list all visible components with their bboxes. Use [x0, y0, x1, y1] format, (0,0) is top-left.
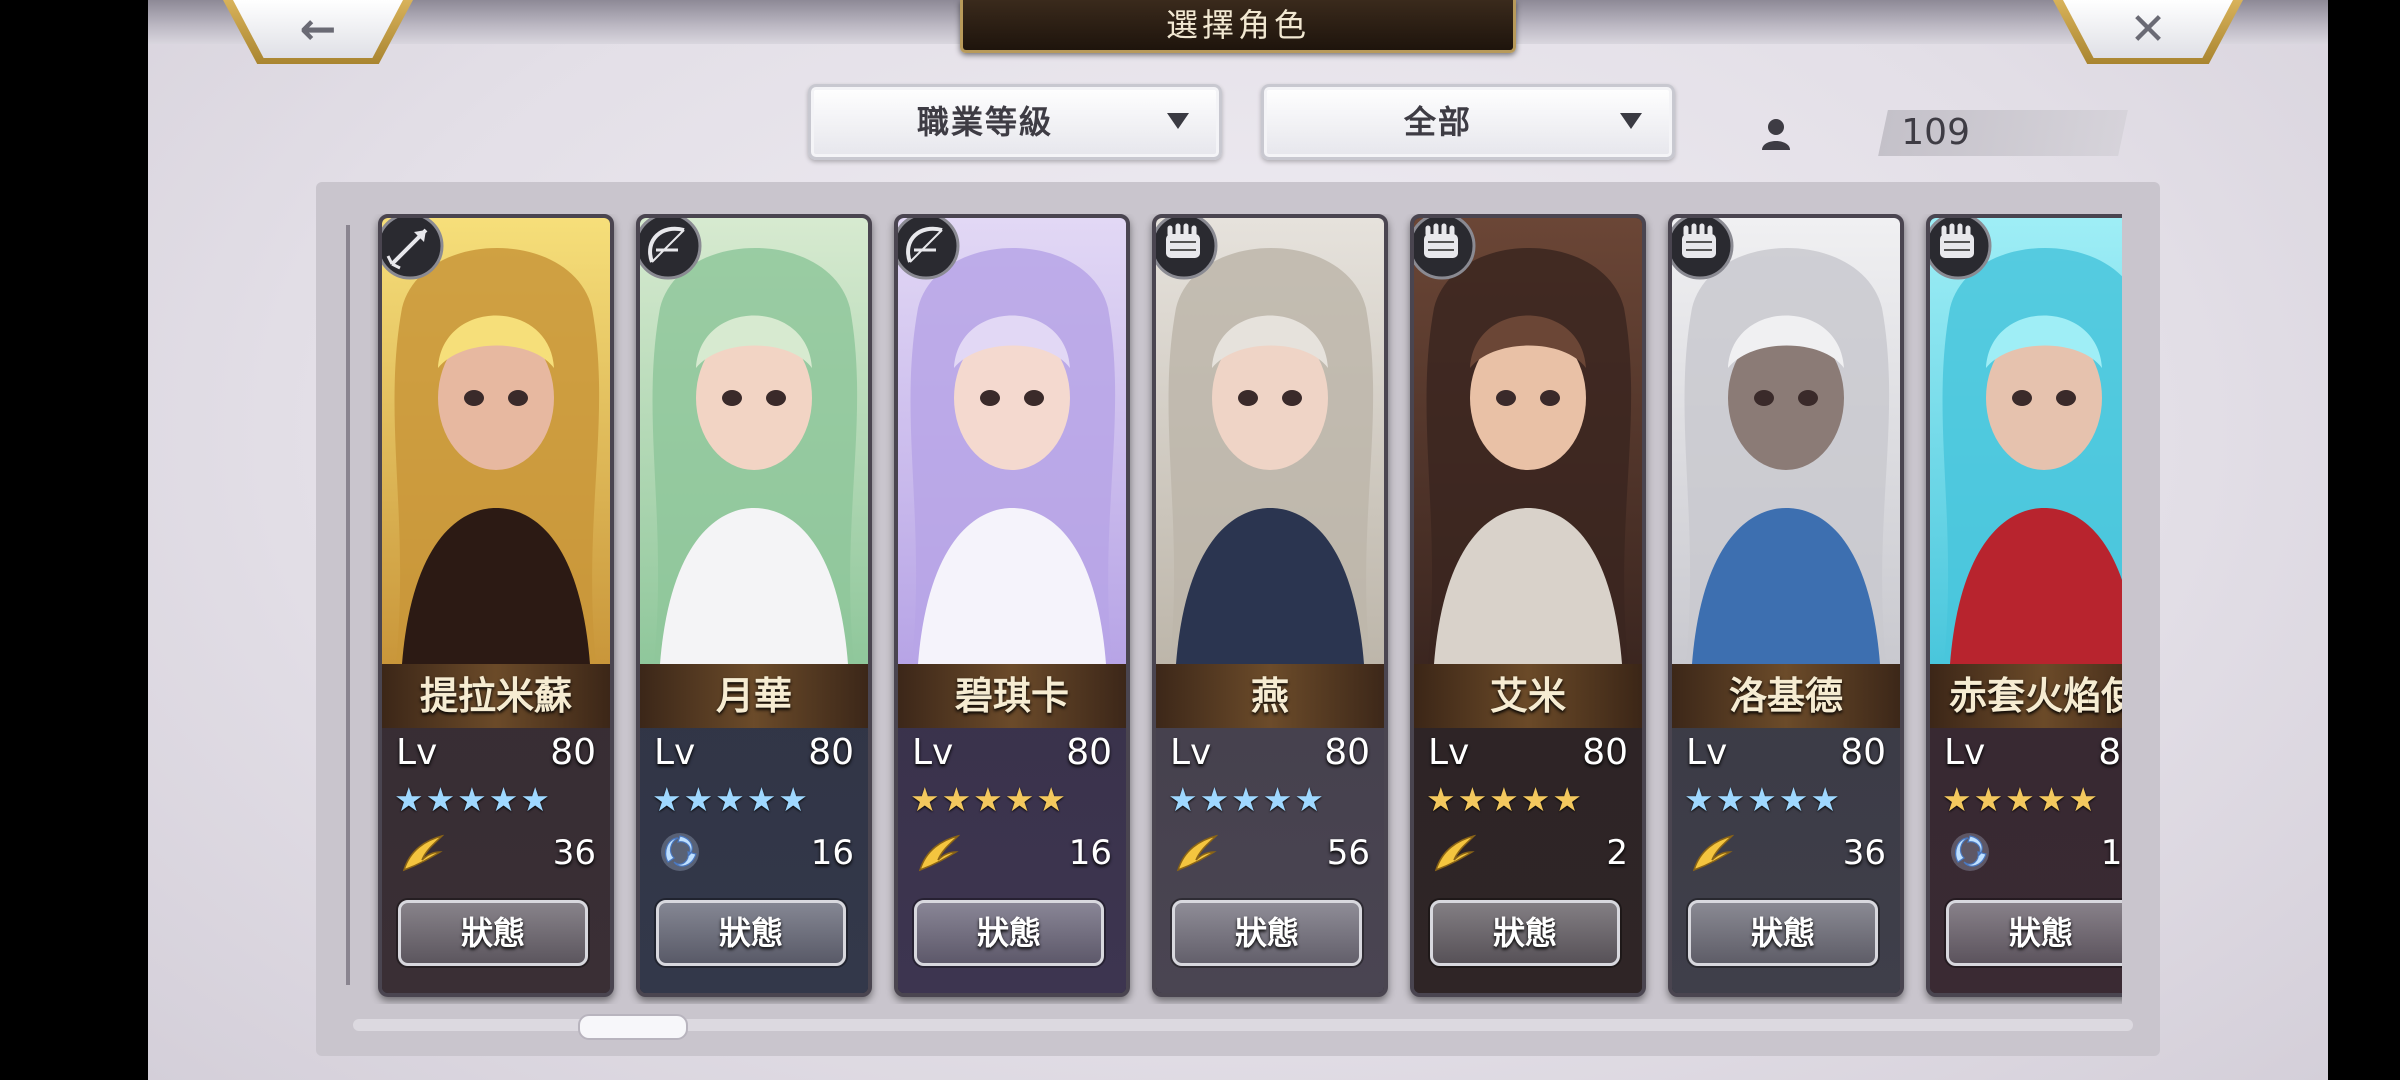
element-value: 36: [1842, 833, 1886, 873]
rarity-stars: ★★★★★: [1168, 780, 1326, 819]
level-value: 80: [1840, 732, 1886, 773]
character-card[interactable]: 燕 Lv 80 ★★★★★ 56 狀態: [1152, 214, 1388, 997]
wind-wing-icon: [400, 830, 445, 874]
water-swirl-icon: [658, 830, 702, 874]
rarity-stars: ★★★★★: [1426, 780, 1584, 819]
element-value: 16: [810, 833, 854, 873]
arrow-weapon-icon: [382, 218, 446, 282]
level-value: 80: [2098, 732, 2122, 773]
status-button[interactable]: 狀態: [1946, 900, 2122, 966]
close-button[interactable]: ✕: [2053, 0, 2243, 64]
element-value: 36: [552, 833, 596, 873]
character-name: 碧琪卡: [954, 674, 1069, 718]
element-value: 56: [1326, 833, 1370, 873]
category-dropdown[interactable]: 全部: [1261, 84, 1675, 160]
wind-wing-icon: [1690, 830, 1735, 874]
level-value: 80: [1582, 732, 1628, 773]
character-portrait: [1930, 218, 2122, 664]
status-button-label: 狀態: [718, 914, 783, 952]
level-value: 80: [808, 732, 854, 773]
fist-weapon-icon: [1672, 218, 1736, 282]
character-card[interactable]: 洛基德 Lv 80 ★★★★★ 36 狀態: [1668, 214, 1904, 997]
page-title: 選擇角色: [1165, 6, 1310, 44]
level-value: 80: [1324, 732, 1370, 773]
level-label: Lv: [912, 732, 954, 773]
status-button-label: 狀態: [1492, 914, 1557, 952]
element-value: 16: [1068, 833, 1112, 873]
water-swirl-icon: [1948, 830, 1992, 874]
level-label: Lv: [654, 732, 696, 773]
element-value: 2: [1606, 833, 1628, 873]
character-portrait: [1156, 218, 1384, 664]
wind-wing-icon: [1432, 830, 1477, 874]
scrollbar-thumb[interactable]: [578, 1014, 688, 1040]
fist-weapon-icon: [1156, 218, 1220, 282]
chevron-down-icon: [1620, 113, 1642, 129]
wind-wing-icon: [1174, 830, 1219, 874]
status-button[interactable]: 狀態: [398, 900, 588, 966]
level-label: Lv: [1686, 732, 1728, 773]
character-portrait: [382, 218, 610, 664]
character-card[interactable]: 艾米 Lv 80 ★★★★★ 2 狀態: [1410, 214, 1646, 997]
character-name: 赤套火焰使: [1948, 674, 2122, 718]
person-icon: [1762, 119, 1790, 150]
character-card[interactable]: 碧琪卡 Lv 80 ★★★★★ 16 狀態: [894, 214, 1130, 997]
class-level-dropdown[interactable]: 職業等級: [808, 84, 1222, 160]
character-card[interactable]: 月華 Lv 80 ★★★★★ 16 狀態: [636, 214, 872, 997]
status-button[interactable]: 狀態: [1172, 900, 1362, 966]
character-name: 燕: [1250, 674, 1289, 718]
character-portrait: [1672, 218, 1900, 664]
status-button-label: 狀態: [460, 914, 525, 952]
character-card[interactable]: 提拉米蘇 Lv 80 ★★★★★ 36 狀態: [378, 214, 614, 997]
close-icon: ✕: [2129, 4, 2167, 55]
rarity-stars: ★★★★★: [1684, 780, 1842, 819]
rarity-stars: ★★★★★: [1942, 780, 2100, 819]
chevron-down-icon: [1167, 113, 1189, 129]
panel-divider: [346, 225, 350, 985]
status-button[interactable]: 狀態: [656, 900, 846, 966]
status-button-label: 狀態: [1750, 914, 1815, 952]
character-card-list[interactable]: 提拉米蘇 Lv 80 ★★★★★ 36 狀態 月華 Lv 80 ★★★★★ 16 狀態 碧琪卡 Lv 80 ★…: [370, 214, 2122, 1004]
element-value: 16: [2100, 833, 2122, 873]
character-portrait: [898, 218, 1126, 664]
wind-wing-icon: [916, 830, 961, 874]
bow-weapon-icon: [640, 218, 704, 282]
character-name: 艾米: [1489, 674, 1566, 718]
level-label: Lv: [1170, 732, 1212, 773]
status-button[interactable]: 狀態: [1430, 900, 1620, 966]
level-value: 80: [550, 732, 596, 773]
category-dropdown-label: 全部: [1403, 103, 1472, 141]
character-name: 提拉米蘇: [419, 674, 572, 718]
level-label: Lv: [396, 732, 438, 773]
status-button-label: 狀態: [976, 914, 1041, 952]
status-button[interactable]: 狀態: [914, 900, 1104, 966]
character-name: 洛基德: [1728, 674, 1843, 718]
character-card[interactable]: 赤套火焰使 Lv 80 ★★★★★16 狀態: [1926, 214, 2122, 997]
bow-weapon-icon: [898, 218, 962, 282]
rarity-stars: ★★★★★: [652, 780, 810, 819]
level-label: Lv: [1428, 732, 1470, 773]
fist-weapon-icon: [1930, 218, 1994, 282]
back-button[interactable]: ←: [223, 0, 413, 64]
roster-count: 109: [1901, 112, 1970, 153]
title-plate: 選擇角色: [960, 0, 1516, 53]
character-portrait: [1414, 218, 1642, 664]
character-name: 月華: [715, 674, 792, 718]
rarity-stars: ★★★★★: [394, 780, 552, 819]
status-button-label: 狀態: [1234, 914, 1299, 952]
level-value: 80: [1066, 732, 1112, 773]
rarity-stars: ★★★★★: [910, 780, 1068, 819]
class-level-dropdown-label: 職業等級: [916, 103, 1053, 141]
fist-weapon-icon: [1414, 218, 1478, 282]
status-button-label: 狀態: [2008, 914, 2073, 952]
status-button[interactable]: 狀態: [1688, 900, 1878, 966]
character-portrait: [640, 218, 868, 664]
level-label: Lv: [1944, 732, 1986, 773]
back-arrow-icon: ←: [299, 4, 337, 55]
character-select-screen: ← 選擇角色 ✕ 職業等級 全部 提拉米蘇 Lv 80 ★★★★★ 36 狀態 月華 Lv 80…: [148, 0, 2328, 1080]
